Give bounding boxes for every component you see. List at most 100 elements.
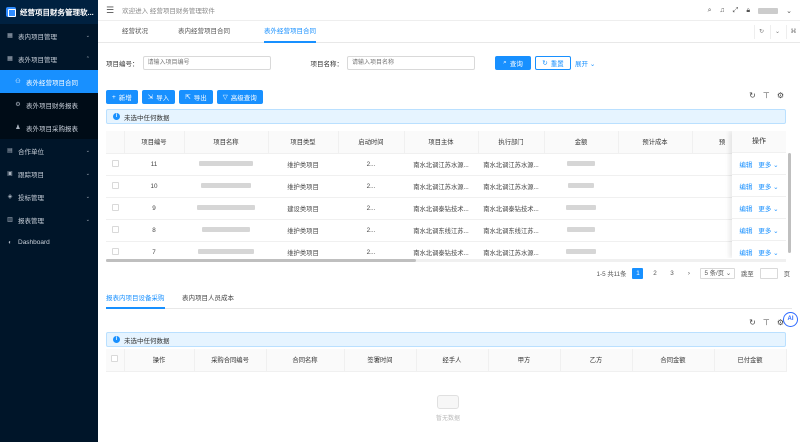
column-header[interactable]: 项目类型 — [268, 131, 339, 154]
column-header[interactable]: 执行部门 — [478, 131, 545, 154]
more-link[interactable]: 更多 ⌄ — [758, 247, 778, 257]
column-header[interactable]: 签署时间 — [344, 349, 417, 372]
app-title: 经营项目财务管理软... — [20, 7, 94, 17]
plus-icon: + — [112, 93, 116, 101]
horizontal-scrollbar[interactable] — [106, 259, 786, 262]
column-header[interactable]: 合同名称 — [266, 349, 345, 372]
settings-icon[interactable]: ⚙ — [777, 91, 784, 100]
sidebar-item-outer-projects[interactable]: ▦ 表外项目管理 ⌃ — [0, 47, 98, 70]
page-tabs: 经营状况 表内经营项目合同 表外经营项目合同 ↻ ⌄ ⌘ — [98, 21, 800, 43]
next-page-icon[interactable]: › — [683, 268, 694, 279]
column-header[interactable]: 项目名称 — [184, 131, 269, 154]
avatar[interactable] — [758, 7, 779, 14]
table-row[interactable]: 9 建设类项目 2... 南水北调泰钻技术... 南水北调泰钻技术... — [106, 197, 786, 220]
advanced-query-button[interactable]: ▽ 高级查询 — [216, 90, 263, 104]
lock-icon[interactable]: 🔒︎ — [746, 7, 750, 15]
project-code-input[interactable] — [142, 56, 271, 70]
page-3[interactable]: 3 — [666, 268, 677, 279]
page-unit-label: 页 — [783, 271, 790, 278]
sidebar-item-outer-purchase-report[interactable]: ♟ 表外项目采购报表 — [0, 116, 98, 139]
app-logo[interactable]: 经营项目财务管理软... — [0, 0, 98, 24]
table-row[interactable]: 8 维护类项目 2... 南水北调东线江苏... 南水北调东线江苏... — [106, 219, 786, 242]
page-1[interactable]: 1 — [632, 268, 644, 279]
tab-personnel-cost[interactable]: 表内项目人员成本 — [182, 293, 234, 309]
edit-link[interactable]: 编辑 — [739, 225, 752, 235]
sidebar-item-inner-projects[interactable]: ▦ 表内项目管理 ⌄ — [0, 24, 98, 47]
table-tools: ↻ ⊤ ⚙ — [749, 91, 784, 100]
bell-icon[interactable]: ♫ — [720, 7, 725, 14]
jump-input[interactable] — [759, 268, 778, 279]
table-row[interactable]: 11 维护类项目 2... 南水北调江苏水源... 南水北调江苏水源... — [106, 153, 786, 176]
fullscreen-icon[interactable]: ⤢ — [733, 7, 739, 15]
page-size-select[interactable]: 5 条/页 ⌄ — [700, 268, 736, 279]
tab-settings-icon[interactable]: ⌘ — [786, 25, 800, 39]
tab-equipment-purchase[interactable]: 报表内项目设备采购 — [106, 293, 165, 309]
sidebar-item-outer-finance-report[interactable]: ⚙ 表外项目财务报表 — [0, 93, 98, 116]
row-actions: 编辑 更多 ⌄ — [732, 197, 786, 219]
column-header[interactable]: 采购合同编号 — [194, 349, 267, 372]
column-height-icon[interactable]: ⊤ — [763, 91, 770, 100]
refresh-icon[interactable]: ↻ — [749, 318, 756, 327]
column-header[interactable]: 乙方 — [560, 349, 633, 372]
column-header[interactable]: 甲方 — [488, 349, 561, 372]
tab-outer-contracts[interactable]: 表外经营项目合同 — [264, 21, 316, 43]
column-header[interactable]: 金额 — [544, 131, 619, 154]
column-header[interactable]: 项目主体 — [404, 131, 479, 154]
edit-link[interactable]: 编辑 — [739, 247, 752, 257]
filter-icon: ▽ — [222, 94, 228, 101]
page-2[interactable]: 2 — [649, 268, 660, 279]
refresh-icon[interactable]: ↻ — [754, 25, 768, 39]
edit-link[interactable]: 编辑 — [739, 159, 752, 169]
table-row[interactable]: 7 维护类项目 2... 南水北调泰钻技术... 南水北调江苏水源... — [106, 241, 786, 258]
sidebar-item-dashboard[interactable]: ◐ Dashboard — [0, 231, 98, 254]
chevron-down-icon[interactable]: ⌄ — [786, 7, 792, 15]
edit-link[interactable]: 编辑 — [739, 181, 752, 191]
column-header[interactable]: 预计成本 — [618, 131, 693, 154]
project-type-cell: 维护类项目 — [268, 153, 338, 176]
import-button[interactable]: ⇲ 导入 — [141, 90, 176, 104]
more-link[interactable]: 更多 ⌄ — [758, 181, 778, 191]
add-button[interactable]: + 新增 — [106, 90, 138, 104]
more-link[interactable]: 更多 ⌄ — [758, 203, 778, 213]
column-header: 操作 — [124, 349, 195, 372]
column-header[interactable]: 已付金额 — [714, 349, 787, 372]
expand-link[interactable]: 展开 ⌄ — [575, 58, 595, 68]
chevron-down-icon[interactable]: ⌄ — [770, 25, 784, 39]
select-all-checkbox[interactable] — [111, 355, 119, 363]
dept-cell: 南水北调泰钻技术... — [478, 197, 544, 220]
project-type-cell: 维护类项目 — [268, 241, 338, 258]
menu-toggle-icon[interactable]: ☰ — [106, 5, 114, 16]
tab-business-status[interactable]: 经营状况 — [122, 21, 148, 43]
sidebar-item-partners[interactable]: ▤ 合作单位 ⌄ — [0, 139, 98, 162]
column-header[interactable]: 合同金额 — [632, 349, 715, 372]
column-header[interactable]: 经手人 — [416, 349, 489, 372]
export-button[interactable]: ⇱ 导出 — [179, 90, 213, 104]
sidebar-item-tracking[interactable]: ▣ 跟踪项目 ⌄ — [0, 162, 98, 185]
sidebar-item-outer-contracts[interactable]: ⚇ 表外经营项目合同 — [0, 70, 98, 93]
sidebar-item-reports[interactable]: ▥ 报表管理 ⌄ — [0, 208, 98, 231]
redacted-amount — [567, 160, 595, 166]
column-height-icon[interactable]: ⊤ — [763, 318, 770, 327]
scrollbar-thumb[interactable] — [106, 259, 416, 262]
sidebar-item-bidding[interactable]: ◈ 投标管理 ⌄ — [0, 185, 98, 208]
more-link[interactable]: 更多 ⌄ — [758, 159, 778, 169]
logo-icon — [6, 7, 16, 17]
vertical-scrollbar[interactable] — [788, 153, 791, 253]
table-row[interactable]: 10 维护类项目 2... 南水北调江苏水源... 南水北调江苏水源... — [106, 175, 786, 198]
reset-button[interactable]: ↻ 重置 — [535, 56, 571, 70]
refresh-icon[interactable]: ↻ — [749, 91, 756, 100]
row-checkbox[interactable] — [111, 159, 119, 167]
row-checkbox[interactable] — [111, 247, 119, 255]
column-header[interactable]: 项目编号 — [124, 131, 185, 154]
project-name-input[interactable] — [347, 56, 475, 70]
query-button[interactable]: ⌕ 查询 — [495, 56, 531, 70]
row-checkbox[interactable] — [111, 181, 119, 189]
edit-link[interactable]: 编辑 — [739, 203, 752, 213]
row-checkbox[interactable] — [111, 203, 119, 211]
ai-assistant-button[interactable]: AI — [783, 312, 798, 327]
column-header[interactable]: 启动时间 — [338, 131, 405, 154]
more-link[interactable]: 更多 ⌄ — [758, 225, 778, 235]
tab-inner-contracts[interactable]: 表内经营项目合同 — [178, 21, 230, 43]
row-checkbox[interactable] — [111, 225, 119, 233]
search-icon[interactable]: ⌕ — [708, 7, 712, 15]
